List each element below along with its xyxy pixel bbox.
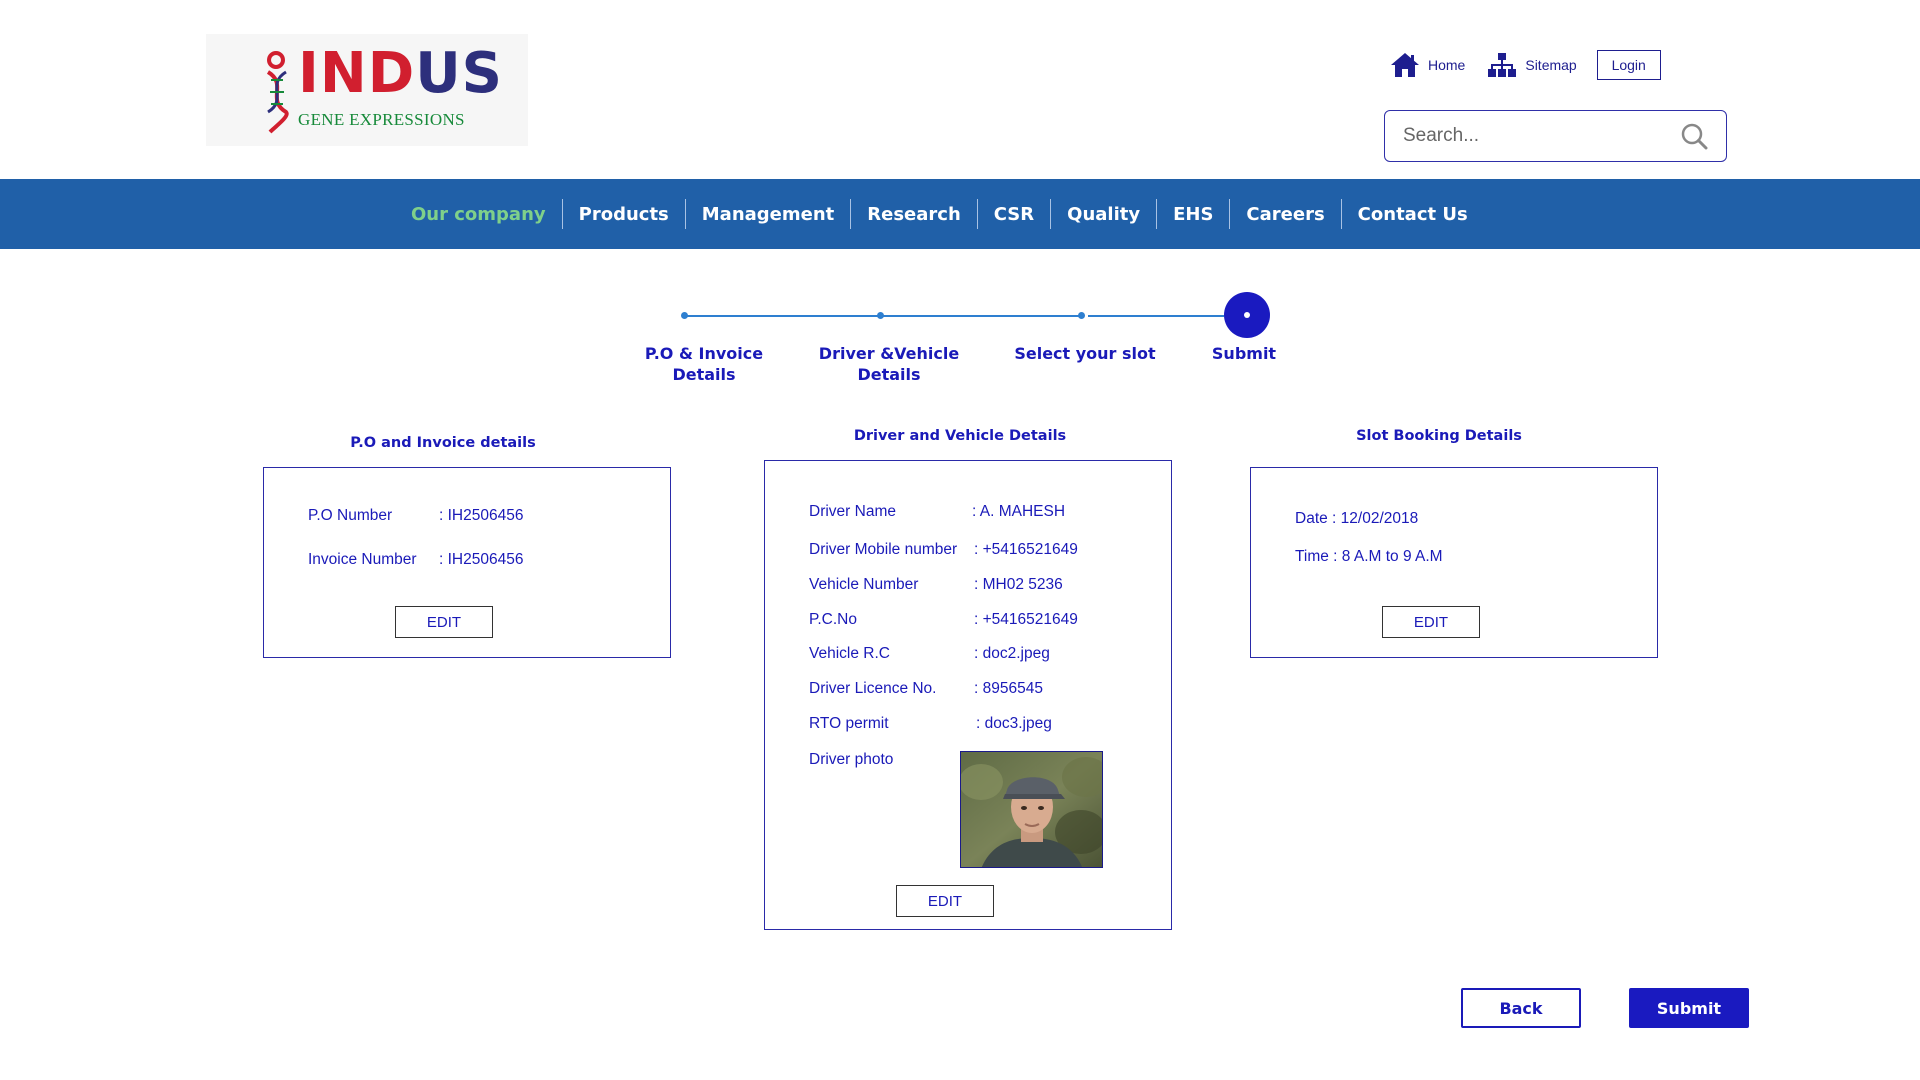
step-3-dot[interactable]	[1078, 312, 1085, 319]
driver-card-title: Driver and Vehicle Details	[853, 428, 1067, 444]
invoice-number-label: Invoice Number	[308, 551, 417, 568]
po-edit-button[interactable]: EDIT	[395, 606, 493, 638]
logo-wordmark-part3: US	[415, 41, 503, 106]
nav-item-careers[interactable]: Careers	[1230, 204, 1340, 225]
step-4-current-indicator[interactable]	[1224, 292, 1270, 338]
back-button[interactable]: Back	[1461, 988, 1581, 1028]
step-1-label-line1: P.O & Invoice	[644, 344, 764, 363]
step-2-label-line1: Driver &Vehicle	[818, 344, 960, 363]
submit-button[interactable]: Submit	[1629, 988, 1749, 1028]
search-input[interactable]	[1403, 125, 1680, 147]
step-1-label-line2: Details	[672, 365, 736, 384]
driver-mobile-label: Driver Mobile number	[809, 541, 958, 558]
step-1-dot[interactable]	[681, 312, 688, 319]
rto-permit-label: RTO permit	[809, 715, 889, 732]
po-number-value: : IH2506456	[439, 507, 524, 524]
logo-wordmark: INDUS	[298, 46, 503, 102]
nav-item-csr[interactable]: CSR	[978, 204, 1050, 225]
vehicle-number-label: Vehicle Number	[809, 576, 919, 593]
slot-date: Date : 12/02/2018	[1295, 510, 1419, 527]
login-button[interactable]: Login	[1596, 50, 1661, 80]
driver-photo-label: Driver photo	[809, 751, 894, 768]
home-icon	[1391, 53, 1419, 77]
vehicle-number-value: : MH02 5236	[974, 576, 1063, 593]
po-card-title: P.O and Invoice details	[350, 435, 536, 451]
logo-tagline: GENE EXPRESSIONS	[298, 110, 465, 129]
rto-permit-value[interactable]: : doc3.jpeg	[976, 715, 1052, 733]
slot-card-title: Slot Booking Details	[1356, 428, 1522, 444]
home-link-label: Home	[1428, 57, 1466, 73]
driver-licence-value: : 8956545	[974, 680, 1043, 697]
po-number-label: P.O Number	[308, 507, 393, 524]
nav-item-products[interactable]: Products	[563, 204, 685, 225]
vehicle-rc-value[interactable]: : doc2.jpeg	[974, 645, 1050, 663]
vehicle-rc-label: Vehicle R.C	[809, 645, 890, 662]
step-1-label[interactable]: P.O & Invoice Details	[604, 343, 804, 385]
driver-licence-label: Driver Licence No.	[809, 680, 937, 697]
step-2-label[interactable]: Driver &Vehicle Details	[789, 343, 989, 385]
nav-item-our-company[interactable]: Our company	[395, 204, 562, 225]
main-navigation: Our company Products Management Research…	[0, 179, 1920, 249]
step-4-label-line1: Submit	[1211, 344, 1277, 363]
slot-time: Time : 8 A.M to 9 A.M	[1295, 548, 1443, 565]
pc-no-value: : +5416521649	[974, 611, 1078, 628]
logo-wordmark-part1: IN	[298, 41, 368, 106]
step-4-label[interactable]: Submit	[1194, 343, 1294, 364]
sitemap-link[interactable]: Sitemap	[1487, 52, 1577, 78]
sitemap-link-label: Sitemap	[1525, 57, 1577, 73]
dna-figure-icon	[266, 51, 289, 134]
driver-photo[interactable]	[960, 751, 1103, 868]
nav-item-quality[interactable]: Quality	[1051, 204, 1156, 225]
slot-edit-button[interactable]: EDIT	[1382, 606, 1480, 638]
nav-item-research[interactable]: Research	[851, 204, 977, 225]
driver-mobile-value: : +5416521649	[974, 541, 1078, 558]
step-2-label-line2: Details	[857, 365, 921, 384]
step-2-dot[interactable]	[877, 312, 884, 319]
nav-item-management[interactable]: Management	[686, 204, 851, 225]
driver-photo-image	[961, 752, 1102, 867]
pc-no-label: P.C.No	[809, 611, 857, 628]
nav-item-ehs[interactable]: EHS	[1157, 204, 1229, 225]
nav-item-contact-us[interactable]: Contact Us	[1342, 204, 1484, 225]
step-3-label-line1: Select your slot	[1014, 344, 1156, 363]
step-connector	[684, 315, 880, 317]
progress-stepper: P.O & Invoice Details Driver &Vehicle De…	[0, 290, 1920, 390]
step-connector	[880, 315, 1080, 317]
sitemap-icon	[1488, 53, 1517, 77]
search-box	[1384, 110, 1727, 162]
invoice-number-value: : IH2506456	[439, 551, 524, 568]
step-3-label[interactable]: Select your slot	[985, 343, 1185, 364]
company-logo[interactable]: INDUS GENE EXPRESSIONS	[206, 34, 528, 146]
logo-wordmark-part2: D	[367, 41, 416, 106]
driver-name-label: Driver Name	[809, 503, 896, 520]
step-connector	[1088, 315, 1224, 317]
driver-edit-button[interactable]: EDIT	[896, 885, 994, 917]
search-icon[interactable]	[1680, 122, 1708, 150]
top-utility-links: Home Sitemap Login	[1390, 48, 1661, 82]
home-link[interactable]: Home	[1390, 52, 1465, 78]
driver-name-value: : A. MAHESH	[972, 503, 1066, 520]
